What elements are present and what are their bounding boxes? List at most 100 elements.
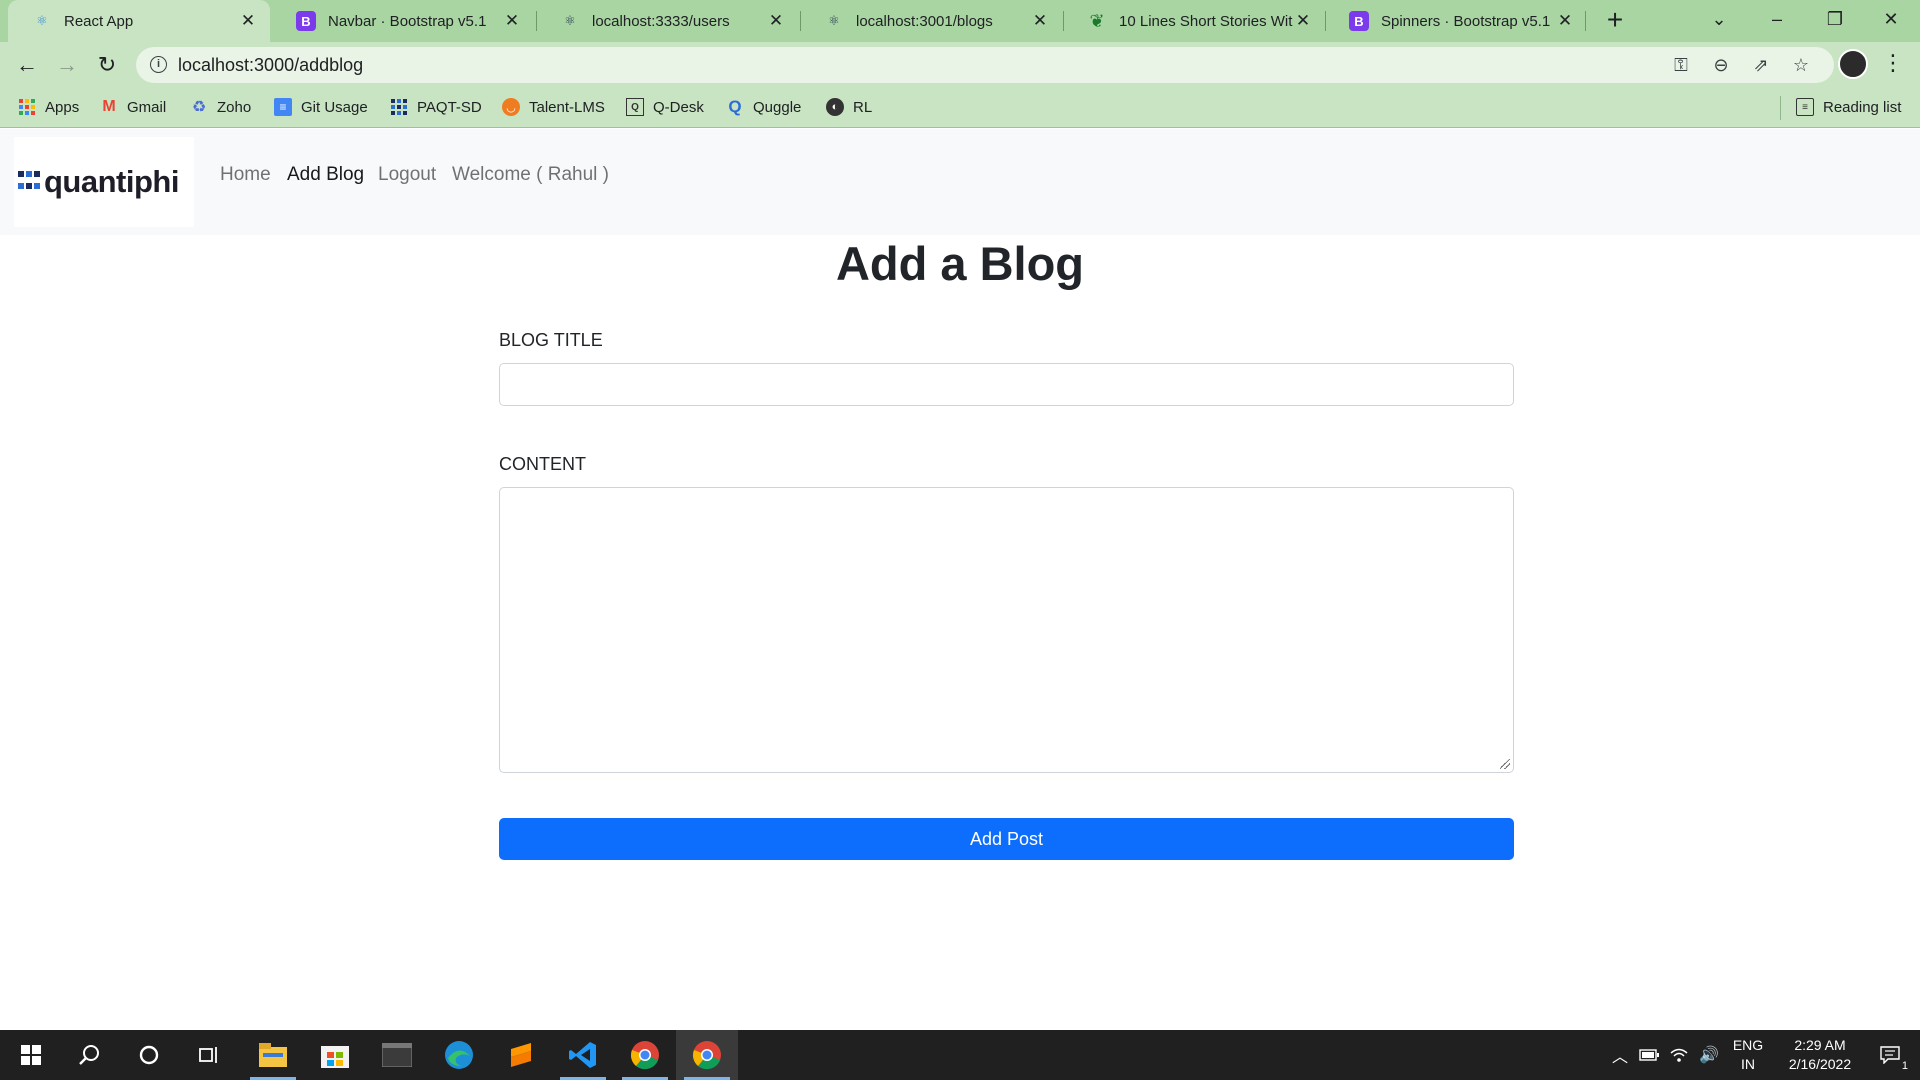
talent-icon: ◡ [502,98,520,116]
search-icon[interactable] [58,1030,120,1080]
bookmark-label: Quggle [753,98,802,116]
close-icon[interactable]: ✕ [1555,11,1575,31]
nav-link-add-blog[interactable]: Add Blog [287,164,364,186]
close-icon[interactable]: ✕ [766,11,786,31]
terminal-icon[interactable] [366,1030,428,1080]
reading-list-button[interactable]: ≡ Reading list [1796,98,1901,116]
notification-count: 1 [1901,1060,1908,1072]
bookmark-label: PAQT-SD [417,98,482,116]
chrome-icon[interactable] [676,1030,738,1080]
bookmark-star-icon[interactable]: ☆ [1790,55,1812,76]
quggle-icon: Q [728,97,742,116]
battery-icon[interactable] [1636,1030,1662,1080]
bookmark-separator [1780,96,1781,120]
browser-menu-icon[interactable]: ⋮ [1882,50,1904,76]
tab-blogs[interactable]: ⚛ localhost:3001/blogs ✕ [800,0,1062,42]
region-code: IN [1741,1056,1755,1072]
resize-handle-icon[interactable] [1500,759,1510,769]
windows-taskbar: ︿ 🔊 ENG IN 2:29 AM 2/16/2022 1 [0,1030,1920,1080]
volume-icon[interactable]: 🔊 [1696,1030,1722,1080]
task-view-icon[interactable] [178,1030,240,1080]
tab-title: Navbar · Bootstrap v5.1 [328,12,487,30]
reading-list-label: Reading list [1823,98,1902,116]
address-bar[interactable]: i localhost:3000/addblog ⚿ ⊖ ⇗ ☆ [136,47,1834,83]
profile-avatar[interactable] [1838,49,1868,79]
bookmark-label: Git Usage [301,98,368,116]
blog-title-label: BLOG TITLE [499,330,603,350]
language-indicator[interactable]: ENG IN [1726,1030,1770,1080]
tab-search-button[interactable]: ⌄ [1690,0,1748,42]
clock[interactable]: 2:29 AM 2/16/2022 [1772,1030,1868,1080]
tab-title: localhost:3001/blogs [856,12,993,30]
bookmark-q-desk[interactable]: Q Q-Desk [626,98,704,116]
tab-separator [1585,11,1586,31]
react-icon: ⚛ [564,13,576,28]
chrome-icon[interactable] [614,1030,676,1080]
browser-tabstrip: ⚛ React App ✕ B Navbar · Bootstrap v5.1 … [0,0,1920,42]
close-icon[interactable]: ✕ [1293,11,1313,31]
bookmark-apps[interactable]: Apps [18,98,79,116]
minimize-button[interactable]: – [1748,0,1806,42]
show-hidden-icons-icon[interactable]: ︿ [1608,1030,1632,1080]
globe-icon: ◐ [826,98,844,116]
doc-icon: ≡ [274,98,292,116]
reload-icon[interactable]: ↻ [90,48,124,82]
tab-title: 10 Lines Short Stories With [1119,12,1293,30]
gmail-icon: M [102,98,116,115]
react-icon: ⚛ [828,13,840,28]
maximize-button[interactable]: ❐ [1806,0,1864,42]
language-code: ENG [1732,1037,1764,1053]
bootstrap-icon: B [1349,11,1369,31]
clock-date: 2/16/2022 [1788,1056,1852,1072]
page-title: Add a Blog [835,237,1085,290]
tab-title: localhost:3333/users [592,12,730,30]
content-textarea[interactable] [499,487,1514,773]
bookmark-gmail[interactable]: M Gmail [100,98,166,116]
grid-icon [390,98,408,116]
store-icon[interactable] [304,1030,366,1080]
bookmark-zoho[interactable]: ♻ Zoho [190,98,251,117]
close-icon[interactable]: ✕ [1030,11,1050,31]
file-explorer-icon[interactable] [242,1030,304,1080]
new-tab-button[interactable]: + [1598,4,1632,38]
tab-short-stories[interactable]: ❦ 10 Lines Short Stories With ✕ [1063,0,1325,42]
zoho-icon: ♻ [191,99,207,116]
bookmark-git-usage[interactable]: ≡ Git Usage [274,98,368,116]
bookmark-talent-lms[interactable]: ◡ Talent-LMS [502,98,605,116]
tab-title: React App [64,12,134,30]
reading-list-icon: ≡ [1796,98,1814,116]
bookmark-rl[interactable]: ◐ RL [826,98,872,116]
brand-logo[interactable]: quantiphi [14,137,194,227]
notification-center-icon[interactable]: 1 [1866,1030,1914,1080]
zoom-icon[interactable]: ⊖ [1710,55,1732,76]
edge-icon[interactable] [428,1030,490,1080]
site-info-icon[interactable]: i [150,56,167,73]
add-post-button[interactable]: Add Post [499,818,1514,860]
close-icon[interactable]: ✕ [502,11,522,31]
wifi-icon[interactable] [1666,1030,1692,1080]
share-icon[interactable]: ⇗ [1750,55,1772,76]
tab-users[interactable]: ⚛ localhost:3333/users ✕ [536,0,798,42]
bookmark-quggle[interactable]: Q Quggle [726,97,802,116]
back-icon[interactable]: ← [10,48,44,82]
nav-link-home[interactable]: Home [220,164,271,186]
forward-icon[interactable]: → [50,48,84,82]
react-icon: ⚛ [36,13,48,28]
vscode-icon[interactable] [552,1030,614,1080]
bookmark-paqt-sd[interactable]: PAQT-SD [390,98,482,116]
content-label: CONTENT [499,454,586,474]
close-icon[interactable]: ✕ [238,11,258,31]
blog-title-input[interactable] [499,363,1514,406]
tab-react-app[interactable]: ⚛ React App ✕ [8,0,270,42]
tab-spinners-bootstrap[interactable]: B Spinners · Bootstrap v5.1 ✕ [1325,0,1587,42]
bookmark-label: Q-Desk [653,98,704,116]
cortana-icon[interactable] [118,1030,180,1080]
sublime-icon[interactable] [490,1030,552,1080]
address-url[interactable]: localhost:3000/addblog [178,55,363,76]
tab-navbar-bootstrap[interactable]: B Navbar · Bootstrap v5.1 ✕ [272,0,534,42]
close-window-button[interactable]: ✕ [1862,0,1920,42]
tab-title: Spinners · Bootstrap v5.1 [1381,12,1551,30]
start-icon[interactable] [0,1030,62,1080]
password-key-icon[interactable]: ⚿ [1670,55,1692,76]
nav-link-logout[interactable]: Logout [378,164,436,186]
